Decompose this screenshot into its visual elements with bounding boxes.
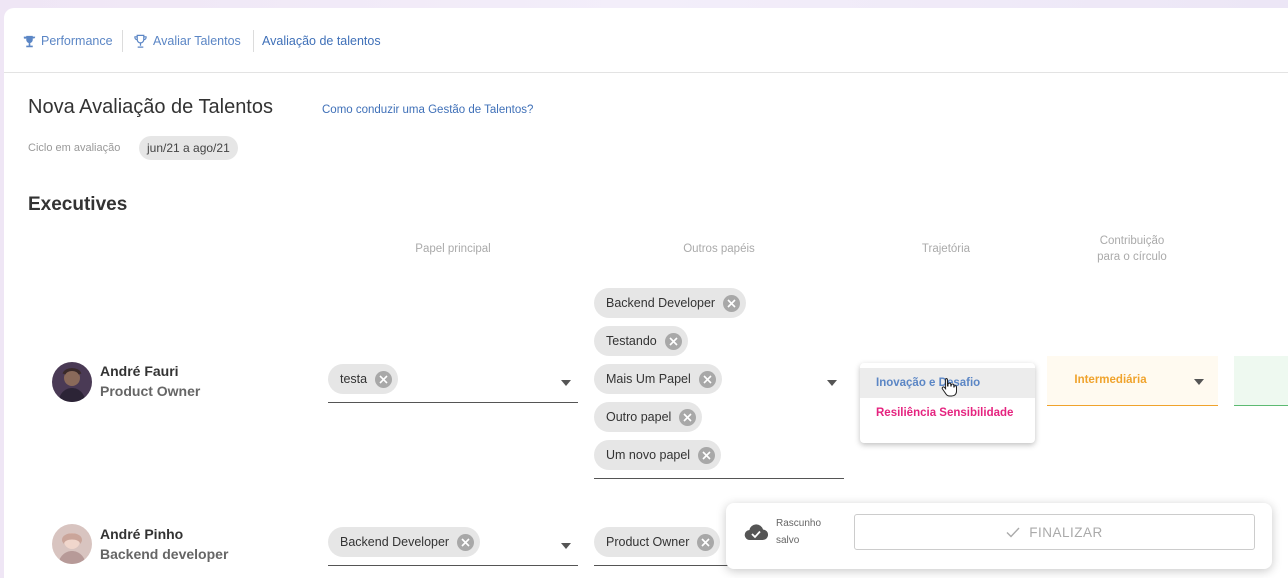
trophy-icon (134, 34, 147, 48)
main-role-chip: testa (328, 364, 399, 394)
save-status-line2: salvo (776, 535, 800, 546)
section-title: Executives (28, 194, 128, 215)
chip-label: Testando (606, 334, 657, 348)
finalize-button[interactable]: FINALIZAR (854, 514, 1255, 550)
other-role-chip: Outro papel (594, 402, 703, 432)
breadcrumb-label: Avaliar Talentos (153, 34, 241, 48)
person-name: André Pinho (100, 526, 184, 542)
next-column-select[interactable] (1234, 356, 1288, 406)
chip-label: Backend Developer (340, 535, 450, 549)
avatar (52, 362, 92, 402)
chip-label: Product Owner (606, 535, 690, 549)
trajectory-dropdown-menu: Inovação e Desafio Resiliência Sensibili… (860, 363, 1035, 443)
other-role-chip: Backend Developer (594, 288, 747, 318)
chip-label: Mais Um Papel (606, 372, 691, 386)
other-roles-dropdown-caret[interactable] (827, 380, 837, 386)
breadcrumb: Performance Avaliar Talentos Avaliação d… (4, 8, 1288, 73)
save-status: Rascunho salvo (776, 515, 821, 549)
contribution-value: Intermediária (1074, 374, 1147, 386)
remove-chip-icon[interactable] (698, 370, 716, 388)
remove-chip-icon[interactable] (697, 533, 715, 551)
breadcrumb-avaliar-talentos[interactable]: Avaliar Talentos (133, 32, 241, 50)
column-header-contribution: Contribuição para o círculo (1032, 233, 1232, 265)
person-role: Product Owner (100, 383, 201, 399)
chip-label: Outro papel (606, 410, 672, 424)
check-icon (1006, 527, 1020, 538)
page-title: Nova Avaliação de Talentos (28, 96, 273, 118)
column-header-other-roles: Outros papéis (683, 243, 755, 255)
chip-label: testa (340, 372, 368, 386)
cycle-label: Ciclo em avaliação (28, 142, 121, 154)
column-header-contribution-line2: para o círculo (1097, 251, 1167, 263)
remove-chip-icon[interactable] (723, 294, 741, 312)
other-role-chip: Product Owner (594, 527, 721, 557)
column-header-trajectory: Trajetória (921, 243, 971, 255)
main-card: Performance Avaliar Talentos Avaliação d… (4, 8, 1288, 578)
remove-chip-icon[interactable] (664, 332, 682, 350)
chip-label: Backend Developer (606, 296, 716, 310)
trajectory-option[interactable]: Resiliência Sensibilidade (860, 398, 1035, 428)
hand-cursor-icon (941, 377, 957, 397)
chip-label: Um novo papel (606, 448, 691, 462)
save-status-line1: Rascunho (776, 518, 822, 529)
column-header-contribution-line1: Contribuição (1099, 235, 1165, 247)
avatar (52, 524, 92, 564)
breadcrumb-divider (122, 30, 123, 52)
cycle-chip: jun/21 a ago/21 (139, 136, 238, 160)
person-role: Backend developer (100, 546, 229, 562)
breadcrumb-label: Avaliação de talentos (262, 34, 381, 48)
other-role-chip: Testando (594, 326, 688, 356)
other-role-chip: Um novo papel (594, 440, 722, 470)
help-link[interactable]: Como conduzir uma Gestão de Talentos? (322, 104, 533, 116)
contribution-dropdown-caret[interactable] (1194, 379, 1204, 385)
breadcrumb-performance[interactable]: Performance (23, 32, 113, 50)
finalize-label: FINALIZAR (1029, 524, 1103, 540)
column-header-main-role: Papel principal (415, 243, 491, 255)
remove-chip-icon[interactable] (457, 533, 475, 551)
main-role-chip: Backend Developer (328, 527, 481, 557)
remove-chip-icon[interactable] (679, 408, 697, 426)
main-role-select-underline[interactable] (328, 402, 578, 403)
cloud-check-icon (744, 524, 768, 541)
save-panel: Rascunho salvo FINALIZAR (726, 503, 1272, 569)
remove-chip-icon[interactable] (375, 370, 393, 388)
remove-chip-icon[interactable] (698, 446, 716, 464)
breadcrumb-avaliacao-de-talentos: Avaliação de talentos (262, 32, 381, 50)
person-name: André Fauri (100, 363, 179, 379)
breadcrumb-divider (253, 30, 254, 52)
contribution-select[interactable]: Intermediária (1047, 356, 1218, 406)
other-roles-select-underline[interactable] (594, 478, 844, 479)
breadcrumb-label: Performance (41, 34, 113, 48)
main-role-dropdown-caret[interactable] (561, 380, 571, 386)
main-role-select-underline[interactable] (328, 565, 578, 566)
main-role-dropdown-caret[interactable] (561, 543, 571, 549)
other-role-chip: Mais Um Papel (594, 364, 722, 394)
trophy-icon (23, 35, 36, 47)
